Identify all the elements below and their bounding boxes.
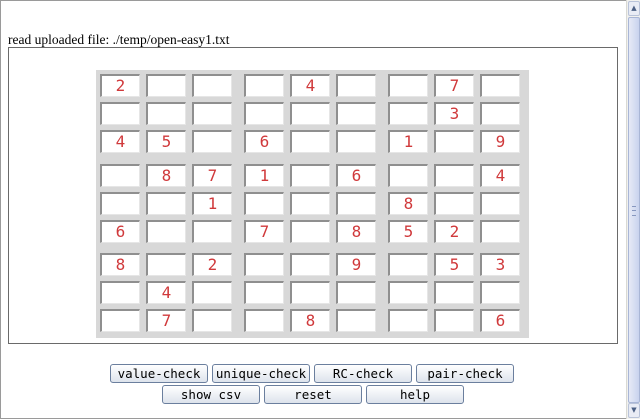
reset-button[interactable]: reset	[264, 385, 362, 404]
sudoku-cell-r1c6[interactable]	[336, 74, 376, 97]
sudoku-cell-r7c8[interactable]: 5	[434, 253, 474, 276]
rc-check-button[interactable]: RC-check	[314, 364, 412, 383]
sudoku-cell-r4c8[interactable]	[434, 164, 474, 187]
sudoku-cell-r2c3[interactable]	[192, 102, 232, 125]
sudoku-cell-r8c9[interactable]	[480, 281, 520, 304]
sudoku-cell-r9c1[interactable]	[100, 309, 140, 332]
sudoku-cell-r9c9[interactable]: 6	[480, 309, 520, 332]
sudoku-cell-r7c1[interactable]: 8	[100, 253, 140, 276]
show-csv-button[interactable]: show csv	[162, 385, 260, 404]
sudoku-cell-r5c4[interactable]	[244, 192, 284, 215]
pair-check-button[interactable]: pair-check	[416, 364, 514, 383]
sudoku-cell-r5c7[interactable]: 8	[388, 192, 428, 215]
sudoku-cell-r7c9[interactable]: 3	[480, 253, 520, 276]
triangle-down-icon: ▼	[631, 406, 637, 414]
sudoku-cell-r6c6[interactable]: 8	[336, 220, 376, 243]
sudoku-cell-r9c3[interactable]	[192, 309, 232, 332]
unique-check-button[interactable]: unique-check	[212, 364, 310, 383]
sudoku-cell-r5c3[interactable]: 1	[192, 192, 232, 215]
sudoku-cell-r2c2[interactable]	[146, 102, 186, 125]
help-button[interactable]: help	[366, 385, 464, 404]
sudoku-cell-r2c6[interactable]	[336, 102, 376, 125]
sudoku-cell-r9c6[interactable]	[336, 309, 376, 332]
triangle-up-icon: ▲	[631, 4, 637, 12]
sudoku-cell-r2c9[interactable]	[480, 102, 520, 125]
sudoku-cell-r5c5[interactable]	[290, 192, 330, 215]
sudoku-cell-r1c4[interactable]	[244, 74, 284, 97]
sudoku-cell-r2c1[interactable]	[100, 102, 140, 125]
sudoku-cell-r7c4[interactable]	[244, 253, 284, 276]
sudoku-cell-r4c6[interactable]: 6	[336, 164, 376, 187]
sudoku-cell-r5c2[interactable]	[146, 192, 186, 215]
sudoku-cell-r6c4[interactable]: 7	[244, 220, 284, 243]
sudoku-cell-r7c7[interactable]	[388, 253, 428, 276]
sudoku-cell-r2c5[interactable]	[290, 102, 330, 125]
sudoku-cell-r9c2[interactable]: 7	[146, 309, 186, 332]
sudoku-cell-r3c8[interactable]	[434, 130, 474, 153]
vertical-scrollbar[interactable]: ▲ ▼	[626, 0, 640, 419]
sudoku-cell-r5c9[interactable]	[480, 192, 520, 215]
sudoku-cell-r4c7[interactable]	[388, 164, 428, 187]
sudoku-cell-r5c8[interactable]	[434, 192, 474, 215]
sudoku-cell-r7c2[interactable]	[146, 253, 186, 276]
sudoku-cell-r2c4[interactable]	[244, 102, 284, 125]
sudoku-cell-r9c8[interactable]	[434, 309, 474, 332]
sudoku-cell-r5c1[interactable]	[100, 192, 140, 215]
sudoku-cell-r8c6[interactable]	[336, 281, 376, 304]
sudoku-cell-r1c9[interactable]	[480, 74, 520, 97]
sudoku-cell-r6c7[interactable]: 5	[388, 220, 428, 243]
sudoku-cell-r4c5[interactable]	[290, 164, 330, 187]
sudoku-cell-r3c7[interactable]: 1	[388, 130, 428, 153]
sudoku-cell-r8c8[interactable]	[434, 281, 474, 304]
sudoku-cell-r3c4[interactable]: 6	[244, 130, 284, 153]
sudoku-cell-r3c1[interactable]: 4	[100, 130, 140, 153]
grip-icon	[632, 206, 636, 216]
scroll-down-button[interactable]: ▼	[628, 403, 640, 418]
sudoku-cell-r3c6[interactable]	[336, 130, 376, 153]
sudoku-cell-r8c2[interactable]: 4	[146, 281, 186, 304]
value-check-button[interactable]: value-check	[110, 364, 208, 383]
sudoku-cell-r2c7[interactable]	[388, 102, 428, 125]
status-message: read uploaded file: ./temp/open-easy1.tx…	[8, 32, 230, 47]
sudoku-cell-r1c2[interactable]	[146, 74, 186, 97]
sudoku-cell-r3c9[interactable]: 9	[480, 130, 520, 153]
sudoku-cell-r6c1[interactable]: 6	[100, 220, 140, 243]
sudoku-cell-r1c5[interactable]: 4	[290, 74, 330, 97]
page-top-border	[0, 0, 626, 1]
sudoku-cell-r3c2[interactable]: 5	[146, 130, 186, 153]
sudoku-cell-r4c1[interactable]	[100, 164, 140, 187]
scroll-thumb[interactable]	[628, 17, 640, 403]
sudoku-cell-r7c6[interactable]: 9	[336, 253, 376, 276]
scroll-up-button[interactable]: ▲	[628, 1, 640, 16]
sudoku-cell-r3c5[interactable]	[290, 130, 330, 153]
sudoku-cell-r8c4[interactable]	[244, 281, 284, 304]
sudoku-cell-r6c2[interactable]	[146, 220, 186, 243]
sudoku-cell-r8c3[interactable]	[192, 281, 232, 304]
sudoku-cell-r4c2[interactable]: 8	[146, 164, 186, 187]
page-left-border	[0, 0, 1, 419]
sudoku-cell-r7c3[interactable]: 2	[192, 253, 232, 276]
sudoku-cell-r8c1[interactable]	[100, 281, 140, 304]
sudoku-cell-r7c5[interactable]	[290, 253, 330, 276]
sudoku-cell-r8c5[interactable]	[290, 281, 330, 304]
sudoku-cell-r6c3[interactable]	[192, 220, 232, 243]
sudoku-cell-r9c5[interactable]: 8	[290, 309, 330, 332]
sudoku-grid: 247345619871641867852829534786	[96, 70, 529, 338]
sudoku-cell-r1c7[interactable]	[388, 74, 428, 97]
sudoku-cell-r2c8[interactable]: 3	[434, 102, 474, 125]
sudoku-cell-r5c6[interactable]	[336, 192, 376, 215]
sudoku-cell-r4c3[interactable]: 7	[192, 164, 232, 187]
sudoku-cell-r4c4[interactable]: 1	[244, 164, 284, 187]
sudoku-cell-r9c4[interactable]	[244, 309, 284, 332]
sudoku-cell-r1c1[interactable]: 2	[100, 74, 140, 97]
sudoku-cell-r1c8[interactable]: 7	[434, 74, 474, 97]
sudoku-cell-r1c3[interactable]	[192, 74, 232, 97]
sudoku-cell-r9c7[interactable]	[388, 309, 428, 332]
sudoku-cell-r8c7[interactable]	[388, 281, 428, 304]
sudoku-cell-r3c3[interactable]	[192, 130, 232, 153]
sudoku-cell-r6c8[interactable]: 2	[434, 220, 474, 243]
sudoku-cell-r6c5[interactable]	[290, 220, 330, 243]
sudoku-cell-r4c9[interactable]: 4	[480, 164, 520, 187]
sudoku-cell-r6c9[interactable]	[480, 220, 520, 243]
